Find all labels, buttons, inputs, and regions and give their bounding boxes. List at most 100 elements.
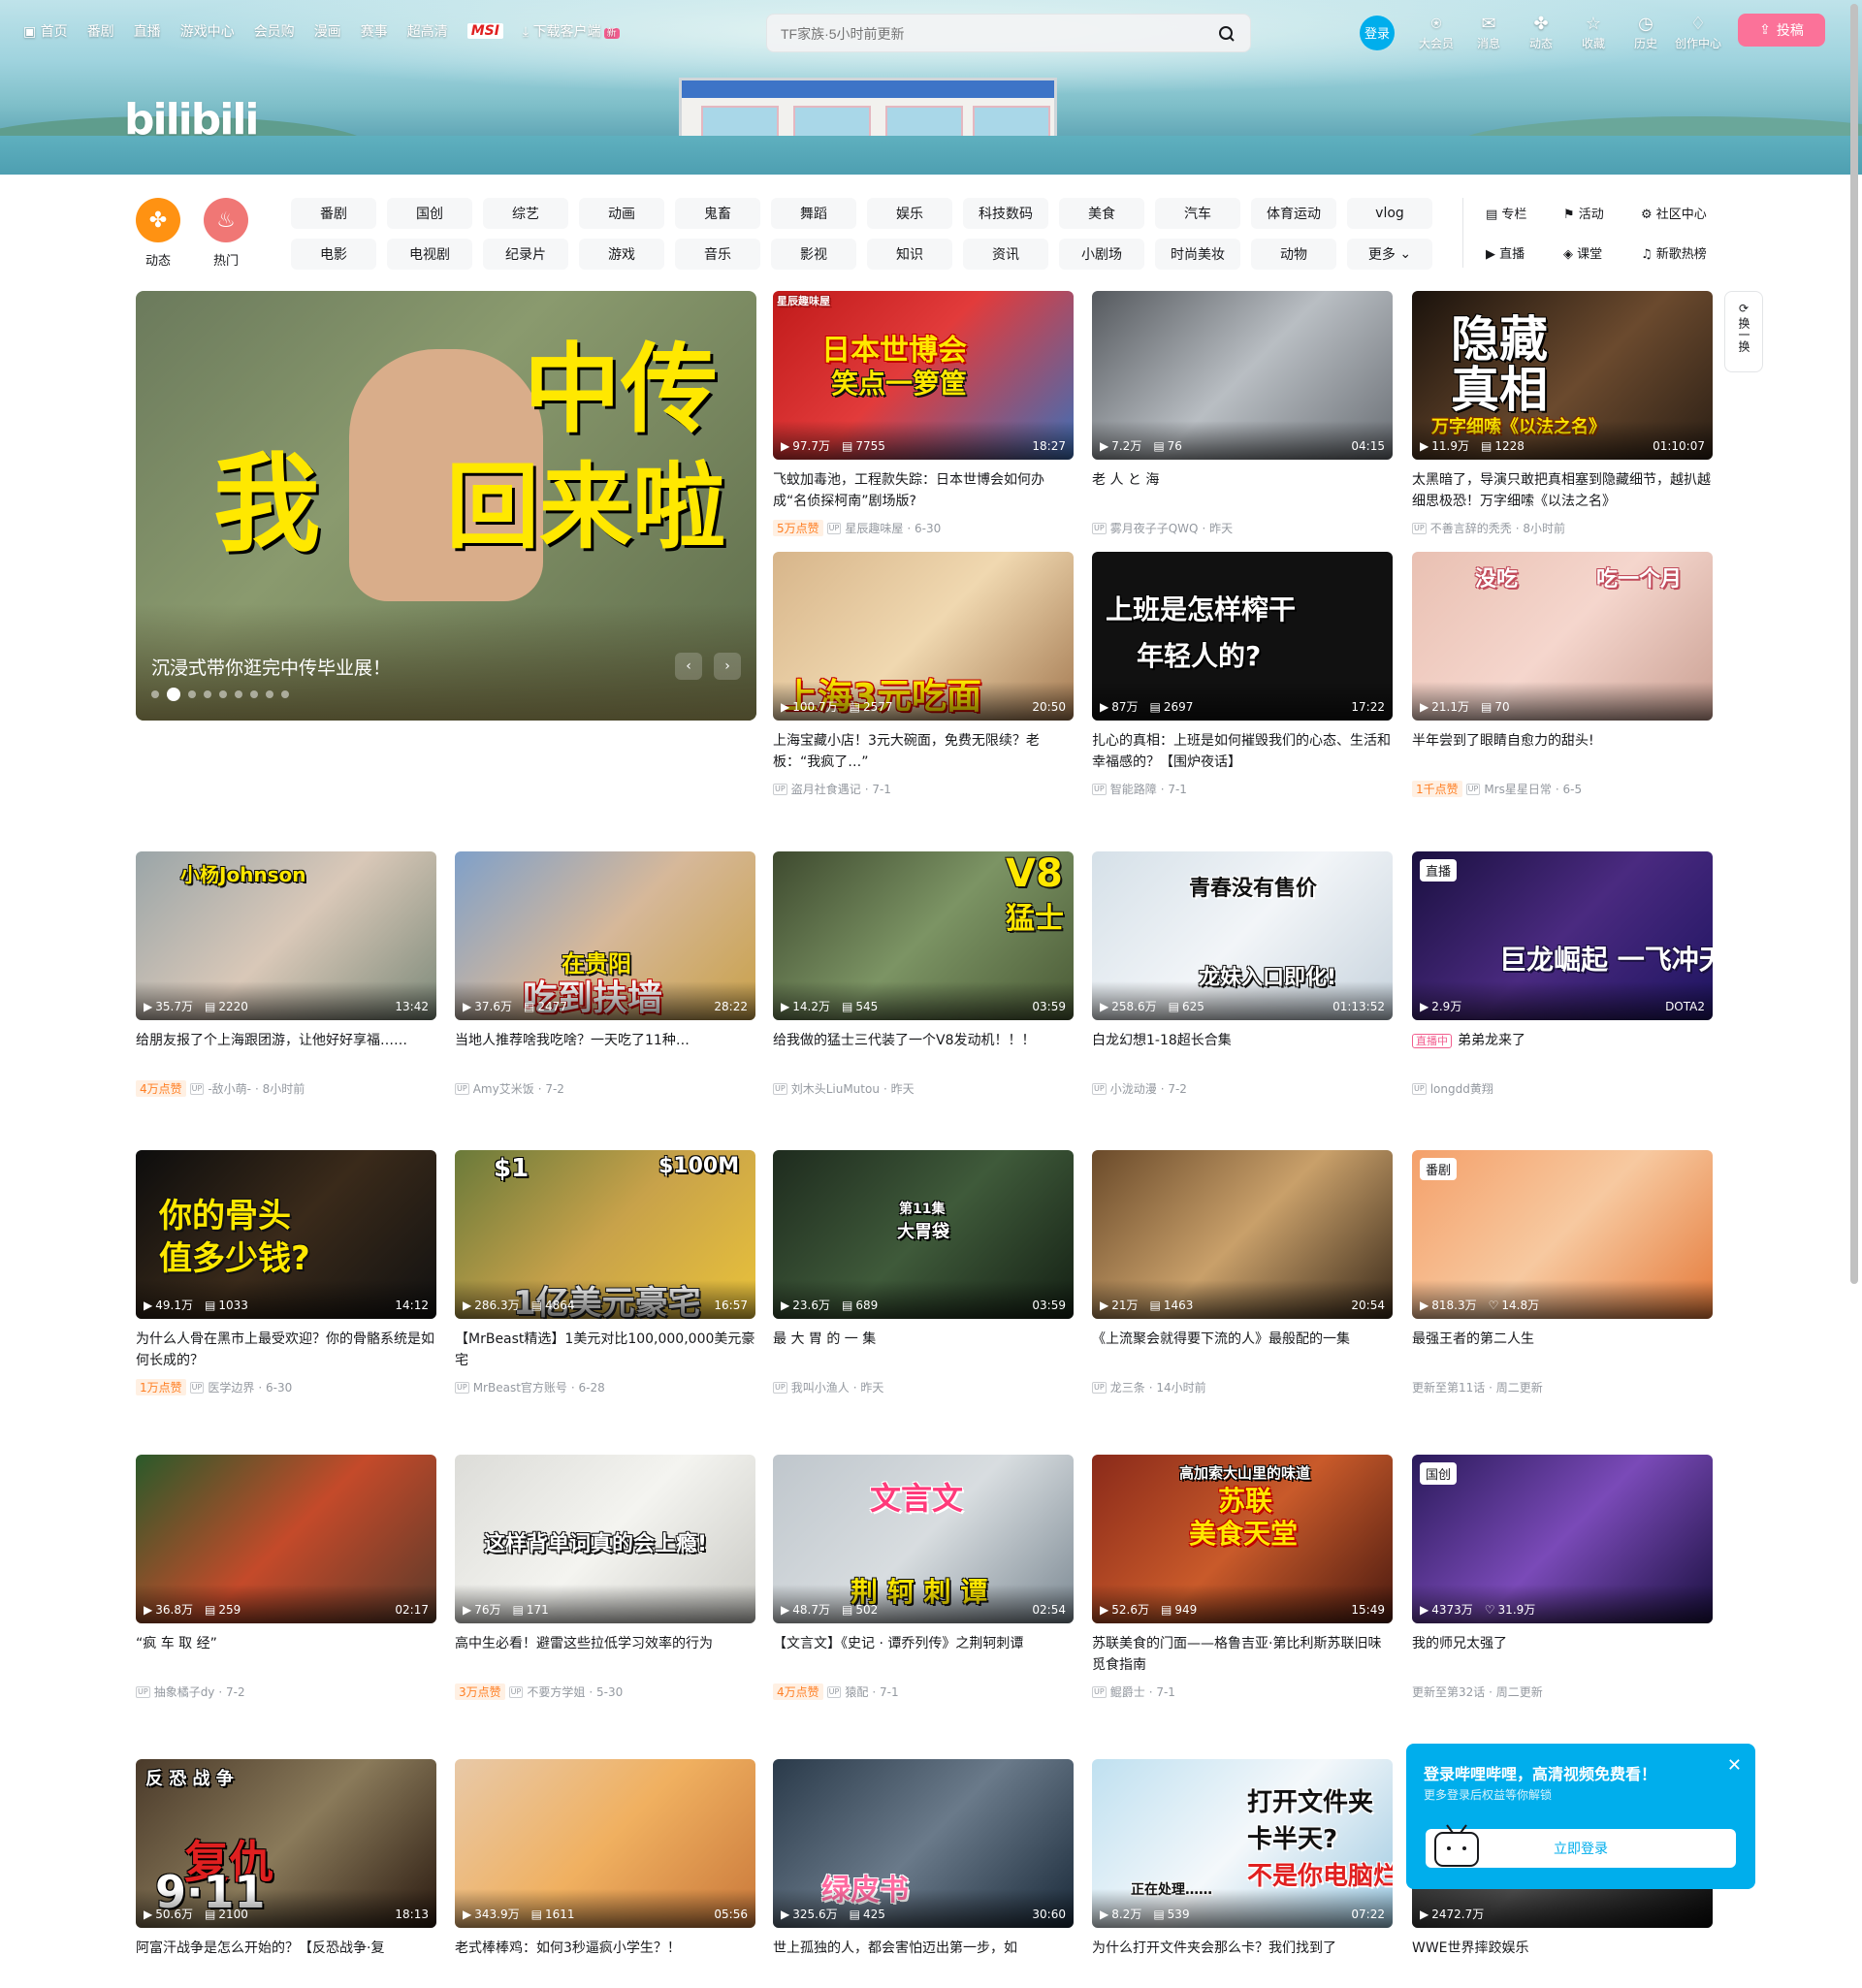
uploader-name[interactable]: 龙三条 [1110, 1379, 1145, 1395]
video-title[interactable]: 最 大 胃 的 一 集 [773, 1329, 1074, 1371]
channel-item[interactable]: 时尚美妆 [1155, 239, 1240, 270]
video-card[interactable]: 国创 ▶ 4373万 ♡ 31.9万 我的师兄太强了 更新至第32话 · 周二更新 [1412, 1455, 1713, 1700]
side-link-live[interactable]: ▶ 直播 [1486, 243, 1563, 262]
uploader-name[interactable]: 小泷动漫 [1110, 1080, 1157, 1097]
video-title[interactable]: 为什么人骨在黑市上最受欢迎？你的骨骼系统是如何长成的？ [136, 1329, 436, 1371]
side-link-course[interactable]: ◈ 课堂 [1563, 243, 1641, 262]
uploader-name[interactable]: 鲲爵士 [1110, 1683, 1145, 1700]
carousel-dot[interactable] [219, 690, 227, 698]
uploader-name[interactable]: 猿配 [845, 1683, 868, 1700]
video-title[interactable]: 老 人 と 海 [1092, 469, 1393, 512]
dynamic-link[interactable]: ✤ 动态 [1515, 14, 1567, 51]
carousel-dot[interactable] [235, 690, 242, 698]
video-thumbnail[interactable]: 绿皮书▶325.6万▤42530:60 [773, 1759, 1074, 1928]
channel-item[interactable]: 资讯 [963, 239, 1048, 270]
uploader-name[interactable]: 刘木头LiuMutou [791, 1080, 880, 1097]
video-thumbnail[interactable]: 没吃 吃一个月 ▶ 21.1万 ▤ 70 [1412, 552, 1713, 721]
channel-item[interactable]: 科技数码 [963, 198, 1048, 229]
home-link[interactable]: ▣ 首页 [23, 21, 68, 41]
history-link[interactable]: ◷ 历史 [1620, 14, 1672, 51]
refresh-button[interactable]: ⟳ 换一换 [1724, 291, 1763, 372]
page-scrollbar[interactable] [1850, 4, 1858, 1284]
video-thumbnail[interactable]: 小杨Johnson ▶ 35.7万 ▤ 2220 13:42 [136, 851, 436, 1020]
search-icon[interactable] [1217, 24, 1236, 44]
channel-item[interactable]: 动画 [579, 198, 664, 229]
vip-link[interactable]: ⍟ 大会员 [1410, 14, 1462, 51]
uploader-name[interactable]: Amy艾米饭 [473, 1080, 534, 1097]
upload-button[interactable]: ⇪ 投稿 [1738, 14, 1825, 47]
uploader-name[interactable]: 雾月夜子子QWQ [1110, 520, 1199, 536]
uploader-name[interactable]: -敌小萌- [208, 1080, 251, 1097]
video-card[interactable]: 打开文件夹卡半天?不是你电脑烂!正在处理……▶8.2万▤53907:22 为什么打… [1092, 1759, 1393, 1988]
login-button[interactable]: 登录 [1360, 15, 1395, 50]
video-title[interactable]: 【文言文】《史记 · 谭乔列传》之荆轲刺谭 [773, 1633, 1074, 1676]
quick-hot[interactable]: ♨ 热门 [202, 198, 250, 269]
download-client-link[interactable]: ⤓ 下载客户端新 [523, 21, 620, 41]
video-card[interactable]: 上班是怎样榨干 年轻人的? ▶ 87万 ▤ 2697 17:22 扎心的真相：上班是如何摧毁我… [1092, 552, 1393, 797]
hero-carousel[interactable]: 中传 我 回来啦 沉浸式带你逛完中传毕业展！ ‹ › [136, 291, 756, 721]
video-title[interactable]: 高中生必看！避雷这些拉低学习效率的行为 [455, 1633, 755, 1676]
uploader-name[interactable]: MrBeast官方账号 [473, 1379, 567, 1395]
video-card[interactable]: 在贵阳吃到扶墙▶37.6万▤247728:22当地人推荐啥我吃啥？一天吃了11种… [455, 851, 755, 1097]
video-card[interactable]: ▶ 21万 ▤ 1463 20:54 《上流聚会就得要下流的人》最般配的一集 UP 龙三条 · … [1092, 1150, 1393, 1395]
uploader-name[interactable]: 不要方学姐 [527, 1683, 585, 1700]
video-card[interactable]: 反 恐 战 争复仇9·11▶50.6万▤210018:13 阿富汗战争是怎么开始的… [136, 1759, 436, 1988]
video-title[interactable]: 给我做的猛士三代装了一个V8发动机！！！ [773, 1030, 1074, 1073]
video-card[interactable]: 星辰趣味屋 日本世博会 笑点一箩筐 ▶ 97.7万 ▤ 7755 18:27 飞蚊加毒池，工程款… [773, 291, 1074, 536]
quick-dynamic[interactable]: ✤ 动态 [134, 198, 182, 269]
video-title[interactable]: 上海宝藏小店！3元大碗面，免费无限续？老板：“我疯了…” [773, 730, 1074, 773]
carousel-next-button[interactable]: › [714, 653, 741, 680]
video-title[interactable]: 当地人推荐啥我吃啥？一天吃了11种… [455, 1030, 755, 1073]
side-link-column[interactable]: ▤ 专栏 [1486, 204, 1563, 222]
uploader-name[interactable]: 智能路障 [1110, 781, 1157, 797]
uploader-name[interactable]: 不善言辞的秃秃 [1430, 520, 1512, 536]
video-title[interactable]: 半年尝到了眼睛自愈力的甜头! [1412, 730, 1713, 773]
channel-item[interactable]: 体育运动 [1251, 198, 1336, 229]
video-thumbnail[interactable]: 文言文荆 轲 刺 谭▶48.7万▤50202:54 [773, 1455, 1074, 1623]
channel-item[interactable]: 音乐 [675, 239, 760, 270]
video-thumbnail[interactable]: 第11集 大胃袋 ▶ 23.6万 ▤ 689 03:59 [773, 1150, 1074, 1319]
video-title[interactable]: “疯 车 取 经” [136, 1633, 436, 1676]
video-thumbnail[interactable]: $1$100M1亿美元豪宅▶286.3万▤486416:57 [455, 1150, 755, 1319]
video-card[interactable]: 巨龙崛起 一飞冲天 直播 ▶ 2.9万 DOTA2 直播中 弟弟龙来了 UP longdd黄翔 [1412, 851, 1713, 1097]
channel-item[interactable]: 美食 [1059, 198, 1144, 229]
video-card[interactable]: V8 猛士 ▶ 14.2万 ▤ 545 03:59 给我做的猛士三代装了一个V8发动机！！！ U… [773, 851, 1074, 1097]
carousel-title[interactable]: 沉浸式带你逛完中传毕业展！ [151, 654, 391, 680]
nav-link-mall[interactable]: 会员购 [254, 21, 295, 41]
channel-item[interactable]: 娱乐 [867, 198, 952, 229]
uploader-name[interactable]: 我叫小渔人 [791, 1379, 850, 1395]
carousel-dot[interactable] [250, 690, 258, 698]
channel-item[interactable]: 电视剧 [387, 239, 472, 270]
creator-link[interactable]: ♢ 创作中心 [1672, 14, 1724, 51]
channel-item[interactable]: 国创 [387, 198, 472, 229]
carousel-dot[interactable] [151, 690, 159, 698]
video-card[interactable]: 青春没有售价 龙妹入口即化! ▶ 258.6万 ▤ 625 01:13:52 白龙幻想1-18… [1092, 851, 1393, 1097]
video-title[interactable]: 老式棒棒鸡：如何3秒逼疯小学生？！ [455, 1938, 755, 1980]
close-icon[interactable]: ✕ [1727, 1755, 1742, 1776]
carousel-dot[interactable] [188, 690, 196, 698]
bilibili-logo[interactable]: bilibili [124, 95, 259, 144]
video-thumbnail[interactable]: 青春没有售价 龙妹入口即化! ▶ 258.6万 ▤ 625 01:13:52 [1092, 851, 1393, 1020]
video-thumbnail[interactable]: 打开文件夹卡半天?不是你电脑烂!正在处理……▶8.2万▤53907:22 [1092, 1759, 1393, 1928]
uploader-name[interactable]: 医学边界 [208, 1379, 254, 1395]
channel-item[interactable]: 综艺 [483, 198, 568, 229]
video-title[interactable]: 为什么打开文件夹会那么卡？我们找到了 [1092, 1938, 1393, 1980]
video-title[interactable]: 最强王者的第二人生 [1412, 1329, 1713, 1371]
video-title[interactable]: 我的师兄太强了 [1412, 1633, 1713, 1676]
video-title[interactable]: 阿富汗战争是怎么开始的？【反恐战争·复 [136, 1938, 436, 1980]
video-card[interactable]: ▶ 7.2万 ▤ 76 04:15 老 人 と 海 UP 雾月夜子子QWQ · 昨天 [1092, 291, 1393, 536]
channel-item[interactable]: vlog [1347, 198, 1432, 229]
carousel-dot[interactable] [281, 690, 289, 698]
video-thumbnail[interactable]: 上班是怎样榨干 年轻人的? ▶ 87万 ▤ 2697 17:22 [1092, 552, 1393, 721]
channel-item[interactable]: 知识 [867, 239, 952, 270]
carousel-dot[interactable] [204, 690, 211, 698]
carousel-dot-active[interactable] [167, 688, 180, 701]
video-thumbnail[interactable]: V8 猛士 ▶ 14.2万 ▤ 545 03:59 [773, 851, 1074, 1020]
channel-item[interactable]: 小剧场 [1059, 239, 1144, 270]
nav-link-match[interactable]: 赛事 [361, 21, 388, 41]
video-thumbnail[interactable]: ▶ 7.2万 ▤ 76 04:15 [1092, 291, 1393, 460]
video-thumbnail[interactable]: 巨龙崛起 一飞冲天 直播 ▶ 2.9万 DOTA2 [1412, 851, 1713, 1020]
uploader-name[interactable]: 盗月社食遇记 [791, 781, 861, 797]
video-thumbnail[interactable]: 反 恐 战 争复仇9·11▶50.6万▤210018:13 [136, 1759, 436, 1928]
nav-link-manga[interactable]: 漫画 [314, 21, 341, 41]
